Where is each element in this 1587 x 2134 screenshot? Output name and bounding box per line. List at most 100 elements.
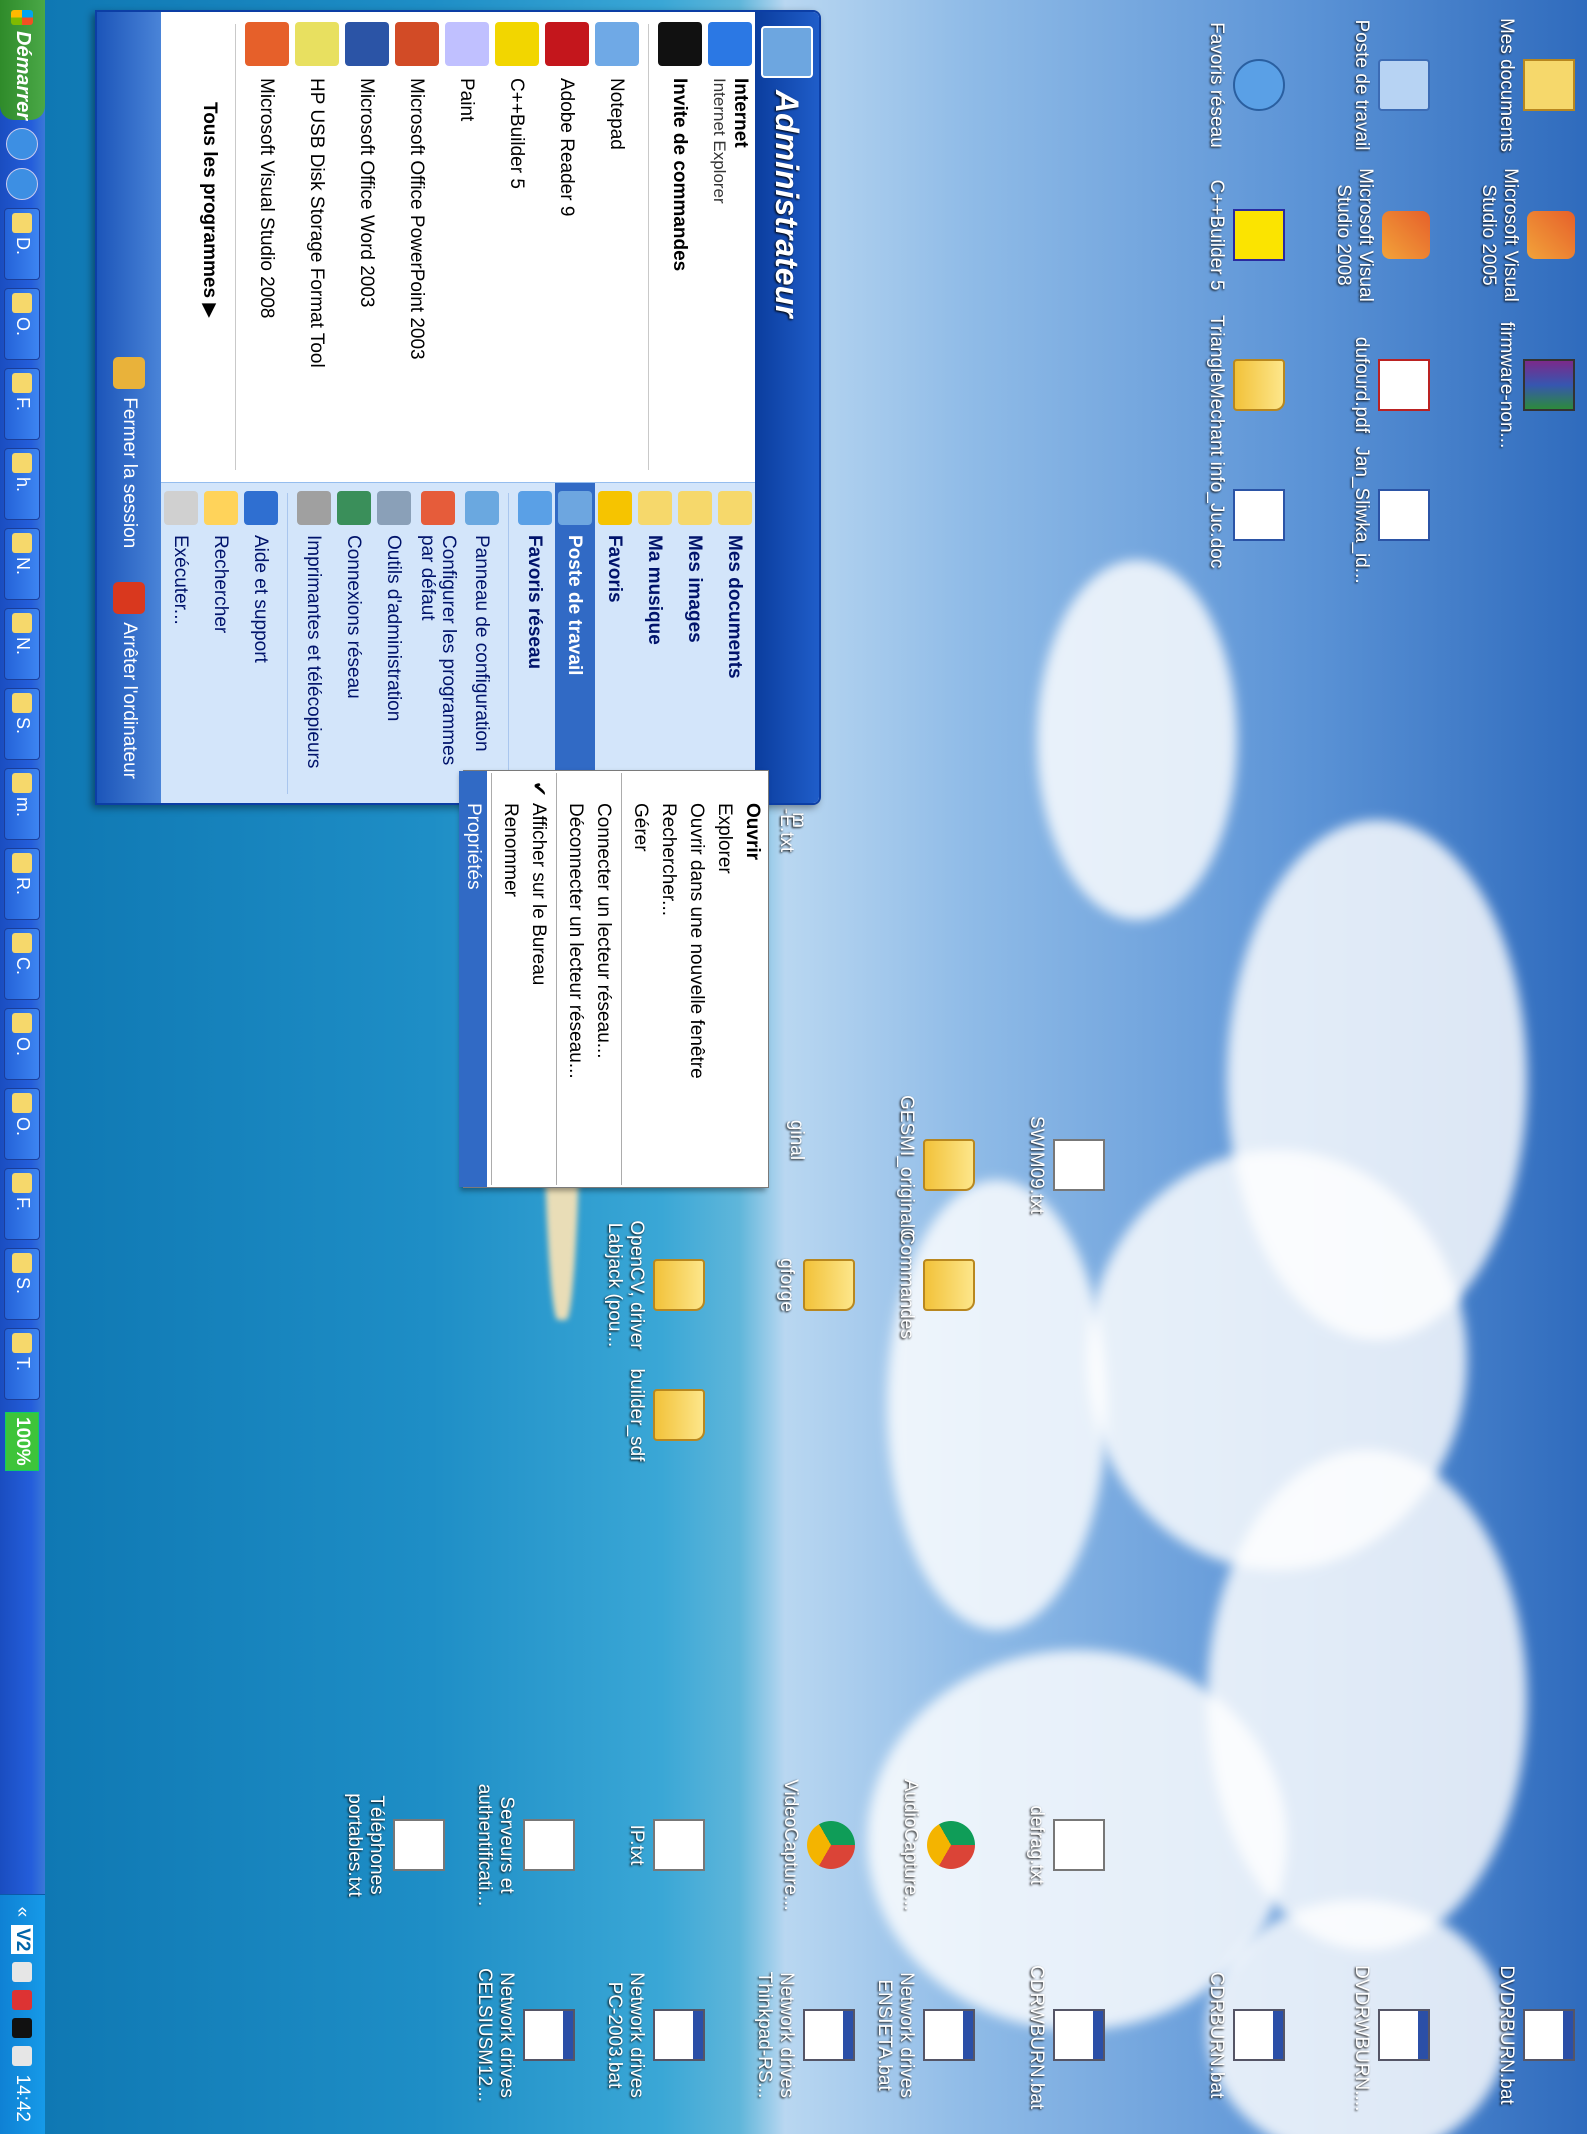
desktop-icon-17[interactable]: defrag.txt [1025,1775,1105,1915]
word-icon [1378,489,1430,541]
start-button[interactable]: Démarrer [0,0,45,120]
desktop-icon-30[interactable]: Network drives CELSIUSM12... [473,1965,575,2105]
recent-program-0[interactable]: Notepad [592,12,642,482]
battery-indicator[interactable]: 100% [5,1412,40,1471]
quicklaunch-ie-icon[interactable] [6,168,39,200]
pinned-item-0[interactable]: Internet Internet Explorer [705,12,755,482]
desktop-icon-21[interactable]: Serveurs et authentificati... [473,1775,575,1915]
taskbar-button-1[interactable]: O. [4,288,41,360]
places-item-3[interactable]: Favoris [595,483,635,804]
network-tray-icon[interactable] [12,1962,33,1983]
recent-program-2[interactable]: C++Builder 5 [492,12,542,482]
desktop-icon-27[interactable]: Network drives ENSIETA.bat [873,1965,975,2105]
taskbar-button-8[interactable]: R. [4,848,41,920]
desktop-icon-15[interactable]: OpenCV, driver Labjack (pou... [603,1215,705,1355]
places-item-8[interactable]: Outils d'administration [374,483,414,804]
taskbar-button-6[interactable]: S. [4,688,41,760]
recent-program-3[interactable]: Paint [442,12,492,482]
clock[interactable]: 14:42 [12,2074,34,2122]
context-item-4[interactable]: Gérer [626,771,654,1187]
taskbar-button-2[interactable]: F. [4,368,41,440]
places-item-13[interactable]: Exécuter... [161,483,201,804]
places-item-label: Favoris réseau [524,535,546,670]
taskbar-button-13[interactable]: S. [4,1248,41,1320]
tray-expand-icon[interactable]: « [12,1907,34,1918]
places-item-6[interactable]: Panneau de configuration [462,483,502,804]
context-item-2[interactable]: Ouvrir dans une nouvelle fenêtre [682,771,710,1187]
desktop-icon-18[interactable]: AudioCapture... [899,1775,975,1915]
recent-program-7[interactable]: Microsoft Visual Studio 2008 [242,12,292,482]
context-item-12[interactable]: Propriétés [459,771,487,1187]
recent-program-5[interactable]: Microsoft Office Word 2003 [342,12,392,482]
pinned-item-1[interactable]: Invite de commandes [655,12,705,482]
display-tray-icon[interactable] [12,2018,33,2039]
places-item-0[interactable]: Mes documents [715,483,755,804]
desktop-icon-24[interactable]: DVDRWBURN.... [1350,1965,1430,2111]
desktop-icon-16[interactable]: builder_sdf [625,1345,705,1485]
desktop-icon-3[interactable]: Microsoft Visual Studio 2005 [1477,165,1575,305]
desktop-icon-12[interactable]: GESMI_original0 [895,1095,975,1239]
desktop-icon-7[interactable]: dufourd.pdf [1350,315,1430,455]
context-item-6[interactable]: Connecter un lecteur réseau... [589,771,617,1187]
all-programs-button[interactable]: Tous les programmes ▶ [192,12,229,482]
logoff-button[interactable]: Fermer la session [113,357,145,548]
taskbar-button-14[interactable]: T. [4,1328,41,1400]
desktop-icon-14[interactable]: gforge [775,1215,855,1355]
taskbar-button-4[interactable]: N. [4,528,41,600]
taskbar-button-10[interactable]: O. [4,1008,41,1080]
desktop-icon-23[interactable]: DVDRBURN.bat [1495,1965,1575,2105]
pinned-title: Internet [730,78,751,148]
places-separator [287,493,288,794]
desktop-icon-5[interactable]: C++Builder 5 [1205,165,1285,305]
context-item-1[interactable]: Explorer [710,771,738,1187]
taskbar-button-11[interactable]: O. [4,1088,41,1160]
taskbar-button-12[interactable]: F. [4,1168,41,1240]
desktop-icon-11[interactable]: SWIM09.txt [1025,1095,1105,1235]
shutdown-label: Arrêter l'ordinateur [119,622,140,779]
desktop-icon-25[interactable]: CDRBURN.bat [1205,1965,1285,2105]
desktop-icon-13[interactable]: Commandes [895,1215,975,1355]
desktop-icon-1[interactable]: Poste de travail [1350,15,1430,155]
quicklaunch-desktop-icon[interactable] [6,128,39,160]
antivirus-tray-icon[interactable] [12,1990,33,2011]
shutdown-button[interactable]: Arrêter l'ordinateur [113,582,145,779]
context-item-0[interactable]: Ouvrir [738,771,766,1187]
taskbar-button-7[interactable]: m. [4,768,41,840]
places-item-10[interactable]: Imprimantes et télécopieurs [294,483,334,804]
context-item-9[interactable]: ✔ Afficher sur le Bureau [524,771,552,1187]
desktop-icon-0[interactable]: Mes documents [1495,15,1575,155]
places-item-2[interactable]: Ma musique [635,483,675,804]
desktop-icon-6[interactable]: firmware-non... [1495,315,1575,455]
taskbar-button-9[interactable]: C. [4,928,41,1000]
volume-tray-icon[interactable] [12,2046,33,2067]
places-item-5[interactable]: Favoris réseau [515,483,555,804]
desktop-icon-26[interactable]: CDRWBURN.bat [1025,1965,1105,2109]
recent-program-1[interactable]: Adobe Reader 9 [542,12,592,482]
taskbar-button-0[interactable]: D. [4,208,41,280]
desktop-icon-28[interactable]: Network drives Thinkpad-RS... [753,1965,855,2105]
places-item-4[interactable]: Poste de travail [555,483,595,804]
desktop-icon-29[interactable]: Network drives PC-2003.bat [603,1965,705,2105]
desktop-icon-22[interactable]: Téléphones portables.txt [343,1775,445,1915]
taskbar-button-3[interactable]: h. [4,448,41,520]
desktop-icon-4[interactable]: Microsoft Visual Studio 2008 [1332,165,1430,305]
tray-v2-label[interactable]: V2 [11,1925,34,1955]
taskbar-button-5[interactable]: N. [4,608,41,680]
context-item-7[interactable]: Déconnecter un lecteur réseau... [561,771,589,1187]
places-item-9[interactable]: Connexions réseau [334,483,374,804]
recent-program-6[interactable]: HP USB Disk Storage Format Tool [292,12,342,482]
bat-icon [803,2009,855,2061]
context-item-3[interactable]: Rechercher... [654,771,682,1187]
places-item-7[interactable]: Configurer les programmes par défaut [414,483,462,804]
desktop-icon-20[interactable]: IP.txt [625,1775,705,1915]
desktop-icon-2[interactable]: Favoris réseau [1205,15,1285,155]
places-item-1[interactable]: Mes images [675,483,715,804]
desktop-icon-8[interactable]: TriangleMechant [1205,315,1285,456]
desktop-icon-10[interactable]: info_Juc.doc [1205,445,1285,585]
desktop-icon-19[interactable]: VideoCapture... [779,1775,855,1915]
desktop-icon-9[interactable]: Jan_Sliwka_id... [1350,445,1430,585]
places-item-12[interactable]: Rechercher [201,483,241,804]
places-item-11[interactable]: Aide et support [241,483,281,804]
recent-program-4[interactable]: Microsoft Office PowerPoint 2003 [392,12,442,482]
context-item-10[interactable]: Renommer [496,771,524,1187]
